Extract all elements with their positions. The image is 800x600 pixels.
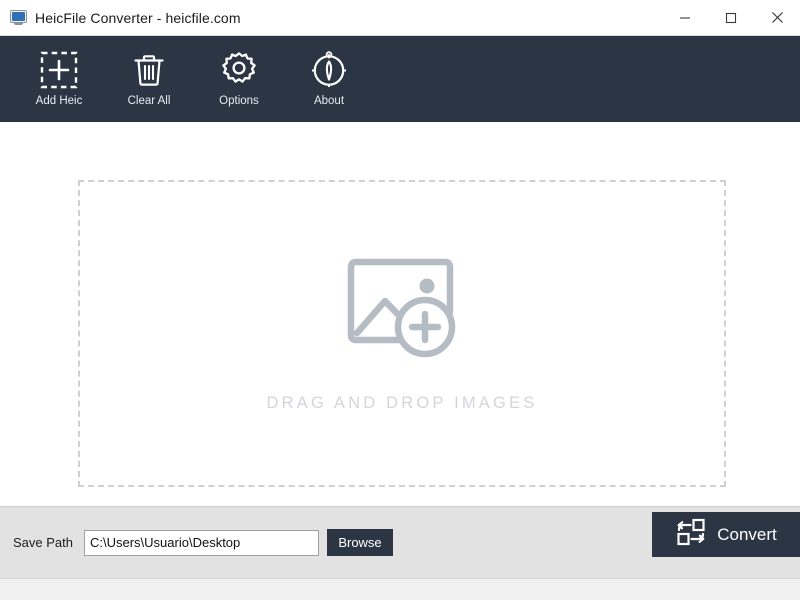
convert-button[interactable]: Convert (652, 512, 800, 557)
window-title: HeicFile Converter - heicfile.com (35, 9, 241, 26)
toolbar-button-clear-all[interactable]: Clear All (104, 44, 194, 118)
toolbar: Add Heic Clear All Options About (0, 36, 800, 122)
minimize-button[interactable] (662, 0, 708, 36)
maximize-icon (725, 12, 737, 23)
toolbar-button-add-heic[interactable]: Add Heic (14, 44, 104, 118)
save-path-label: Save Path (13, 535, 73, 550)
close-button[interactable] (754, 0, 800, 36)
convert-cycle-icon (675, 517, 707, 552)
toolbar-label-options: Options (219, 95, 259, 107)
toolbar-button-options[interactable]: Options (194, 44, 284, 118)
image-plus-icon (341, 255, 463, 368)
toolbar-button-about[interactable]: About (284, 44, 374, 118)
add-image-dashed-icon (39, 48, 79, 92)
gear-icon (219, 48, 259, 92)
toolbar-label-add-heic: Add Heic (35, 95, 83, 107)
browse-button[interactable]: Browse (327, 529, 393, 556)
convert-label: Convert (717, 524, 777, 544)
close-icon (771, 12, 783, 23)
toolbar-label-clear-all: Clear All (127, 95, 171, 107)
drag-and-drop-zone[interactable]: DRAG AND DROP IMAGES (78, 180, 726, 487)
bottom-bar: Save Path Browse Convert (0, 506, 800, 578)
titlebar: HeicFile Converter - heicfile.com (0, 0, 800, 36)
monitor-icon (10, 10, 27, 25)
titlebar-left: HeicFile Converter - heicfile.com (0, 10, 241, 26)
status-bar (0, 578, 800, 600)
compass-icon (309, 48, 349, 92)
minimize-icon (680, 16, 690, 19)
main-content: DRAG AND DROP IMAGES (0, 122, 800, 506)
window-controls (662, 0, 800, 36)
trash-icon (129, 48, 169, 92)
save-path-input[interactable] (84, 529, 319, 556)
maximize-button[interactable] (708, 0, 754, 36)
toolbar-label-about: About (313, 95, 345, 107)
dropzone-text: DRAG AND DROP IMAGES (266, 393, 538, 412)
application-window: HeicFile Converter - heicfile.com Add He… (0, 0, 800, 600)
